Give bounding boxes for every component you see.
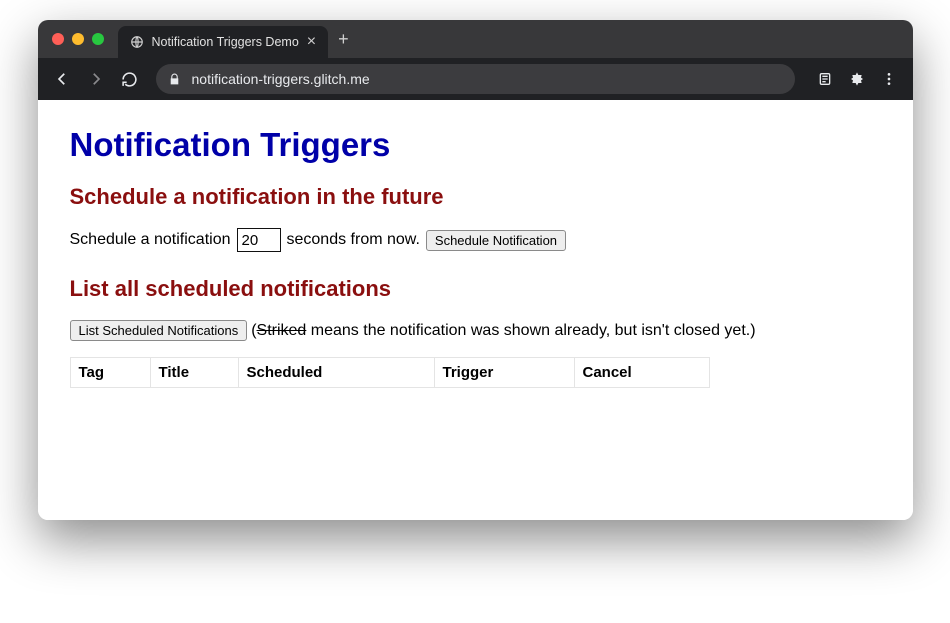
back-button[interactable] (48, 65, 76, 93)
maximize-window-button[interactable] (92, 33, 104, 45)
extension-icon[interactable] (843, 65, 871, 93)
browser-tab[interactable]: Notification Triggers Demo × (118, 26, 329, 58)
col-cancel: Cancel (574, 358, 709, 388)
schedule-heading: Schedule a notification in the future (70, 184, 881, 210)
reader-mode-icon[interactable] (811, 65, 839, 93)
col-scheduled: Scheduled (238, 358, 434, 388)
list-heading: List all scheduled notifications (70, 276, 881, 302)
globe-icon (130, 35, 144, 49)
col-tag: Tag (70, 358, 150, 388)
reload-button[interactable] (116, 65, 144, 93)
new-tab-button[interactable]: + (338, 30, 349, 48)
col-trigger: Trigger (434, 358, 574, 388)
lock-icon (168, 72, 182, 86)
seconds-input[interactable] (237, 228, 281, 252)
schedule-prefix: Schedule a notification (70, 231, 231, 249)
hint-text: (Striked means the notification was show… (251, 322, 755, 340)
table-header-row: Tag Title Scheduled Trigger Cancel (70, 358, 709, 388)
browser-window: Notification Triggers Demo × + notificat… (38, 20, 913, 520)
tab-title: Notification Triggers Demo (152, 35, 299, 49)
col-title: Title (150, 358, 238, 388)
forward-button[interactable] (82, 65, 110, 93)
url-text: notification-triggers.glitch.me (192, 71, 370, 87)
page-content: Notification Triggers Schedule a notific… (38, 100, 913, 520)
browser-toolbar: notification-triggers.glitch.me (38, 58, 913, 100)
page-title: Notification Triggers (70, 126, 881, 164)
window-titlebar: Notification Triggers Demo × + (38, 20, 913, 58)
address-bar[interactable]: notification-triggers.glitch.me (156, 64, 795, 94)
striked-word: Striked (257, 322, 307, 339)
scheduled-table: Tag Title Scheduled Trigger Cancel (70, 357, 710, 388)
list-row: List Scheduled Notifications (Striked me… (70, 320, 881, 341)
schedule-row: Schedule a notification seconds from now… (70, 228, 881, 252)
schedule-suffix: seconds from now. (287, 231, 420, 249)
schedule-notification-button[interactable]: Schedule Notification (426, 230, 566, 251)
minimize-window-button[interactable] (72, 33, 84, 45)
menu-button[interactable] (875, 65, 903, 93)
close-tab-icon[interactable]: × (307, 34, 316, 50)
close-window-button[interactable] (52, 33, 64, 45)
window-controls (52, 33, 104, 45)
list-scheduled-button[interactable]: List Scheduled Notifications (70, 320, 248, 341)
